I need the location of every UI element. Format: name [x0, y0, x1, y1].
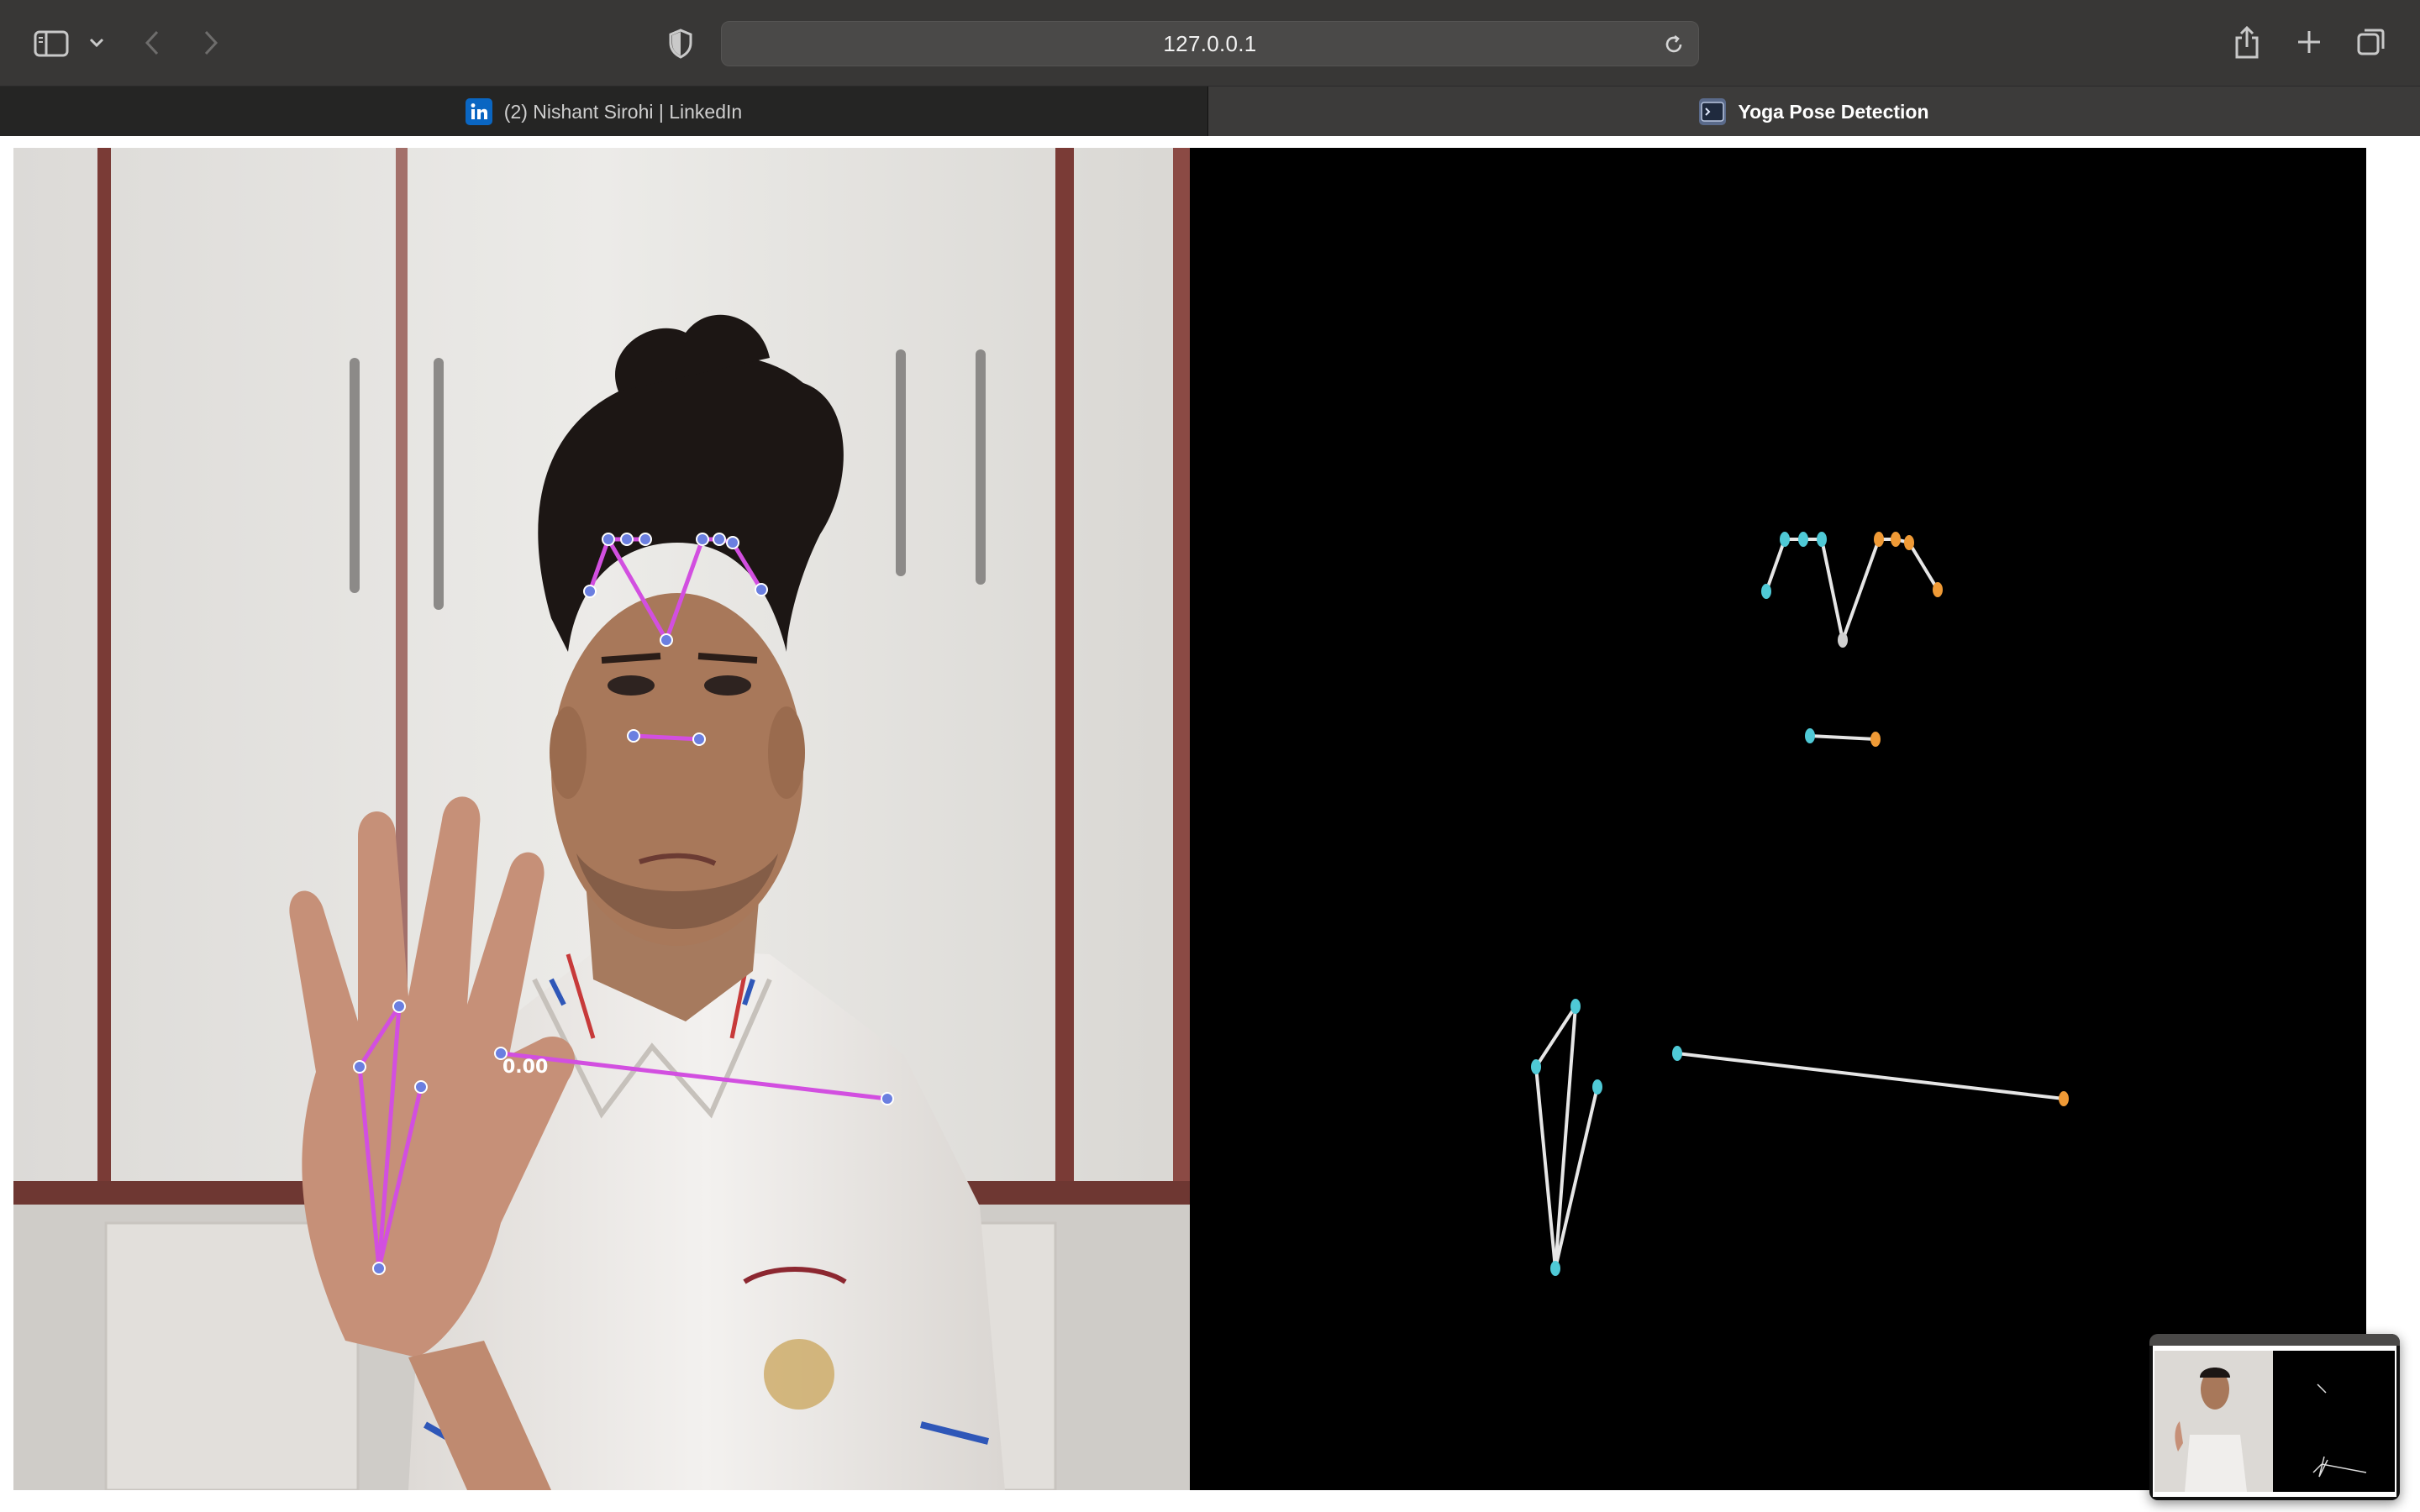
- shoulder-skeleton-line: [1676, 1052, 2065, 1100]
- landmark-point: [755, 583, 768, 596]
- tab-label: (2) Nishant Sirohi | LinkedIn: [503, 100, 743, 123]
- landmark-point: [639, 533, 652, 546]
- page-content: 0.00: [0, 136, 2420, 1512]
- landmark-point: [372, 1262, 386, 1275]
- landmark-point: [392, 1000, 406, 1013]
- tab-bar: (2) Nishant Sirohi | LinkedIn Yoga Pose …: [0, 86, 2420, 137]
- skeleton-point: [2059, 1091, 2069, 1106]
- skeleton-point: [1817, 532, 1827, 547]
- sidebar-toggle-button[interactable]: [32, 27, 71, 60]
- forward-button[interactable]: [198, 25, 224, 60]
- landmark-overlay: [353, 533, 894, 1275]
- face-landmark-line: [587, 537, 645, 592]
- shield-icon: [669, 29, 692, 59]
- chevron-down-icon: [89, 38, 104, 48]
- skeleton-point: [1891, 532, 1901, 547]
- tab-overview-button[interactable]: [2354, 25, 2388, 59]
- tab-linkedin[interactable]: (2) Nishant Sirohi | LinkedIn: [0, 87, 1208, 137]
- skeleton-overlay: [1531, 532, 2069, 1276]
- skeleton-canvas: [1190, 148, 2366, 1490]
- browser-toolbar: 127.0.0.1: [0, 0, 2420, 86]
- sidebar-icon: [34, 30, 69, 57]
- landmark-point: [692, 732, 706, 746]
- address-text: 127.0.0.1: [1163, 30, 1257, 56]
- skeleton-point: [1870, 732, 1881, 747]
- chevron-left-icon: [145, 30, 159, 55]
- privacy-report-button[interactable]: [664, 25, 697, 62]
- reload-button[interactable]: [1661, 32, 1686, 57]
- skeleton-point: [1805, 728, 1815, 743]
- share-icon: [2235, 26, 2259, 59]
- skeleton-point: [1780, 532, 1790, 547]
- tab-group-dropdown-button[interactable]: [84, 30, 109, 55]
- landmark-point: [583, 585, 597, 598]
- landmark-point: [353, 1060, 366, 1074]
- skeleton-point: [1904, 535, 1914, 550]
- new-tab-button[interactable]: [2294, 27, 2324, 57]
- skeleton-point: [1798, 532, 1808, 547]
- landmark-point: [602, 533, 615, 546]
- shoulder-landmark-line: [500, 1051, 888, 1101]
- tab-overview-icon: [2357, 29, 2385, 55]
- landmark-point: [660, 633, 673, 647]
- share-button[interactable]: [2232, 24, 2262, 62]
- landmark-point: [881, 1092, 894, 1105]
- tab-label: Yoga Pose Detection: [1738, 100, 1929, 123]
- terminal-icon: [1699, 98, 1727, 125]
- landmark-point: [620, 533, 634, 546]
- reload-icon: [1665, 34, 1682, 53]
- landmark-point: [414, 1080, 428, 1094]
- mouth-landmark-line: [633, 733, 700, 742]
- camera-feed: 0.00: [13, 148, 1190, 1490]
- skeleton-point: [1592, 1079, 1602, 1095]
- skeleton-point: [1570, 999, 1581, 1014]
- face-skeleton-line: [1765, 538, 1822, 592]
- linkedin-icon: [465, 98, 492, 125]
- skeleton-point: [1531, 1059, 1541, 1074]
- skeleton-point: [1933, 582, 1943, 597]
- face-landmark-line: [606, 537, 764, 643]
- skeleton-point: [1672, 1046, 1682, 1061]
- skeleton-point: [1838, 633, 1848, 648]
- skeleton-point: [1874, 532, 1884, 547]
- tab-yoga-pose-detection[interactable]: Yoga Pose Detection: [1208, 87, 2420, 137]
- address-bar[interactable]: 127.0.0.1: [721, 21, 1699, 66]
- face-skeleton-line: [1820, 538, 1939, 642]
- pip-preview: [2149, 1334, 2400, 1497]
- landmark-point: [627, 729, 640, 743]
- landmark-point: [713, 533, 726, 546]
- back-button[interactable]: [139, 25, 165, 60]
- skeleton-point: [1761, 584, 1771, 599]
- chevron-right-icon: [204, 30, 218, 55]
- landmark-point: [696, 533, 709, 546]
- skeleton-point: [1550, 1261, 1560, 1276]
- landmark-point: [726, 536, 739, 549]
- confidence-label: 0.00: [502, 1057, 549, 1078]
- picture-in-picture-window[interactable]: [2149, 1334, 2400, 1500]
- mouth-skeleton-line: [1809, 734, 1876, 741]
- plus-icon: [2298, 31, 2320, 53]
